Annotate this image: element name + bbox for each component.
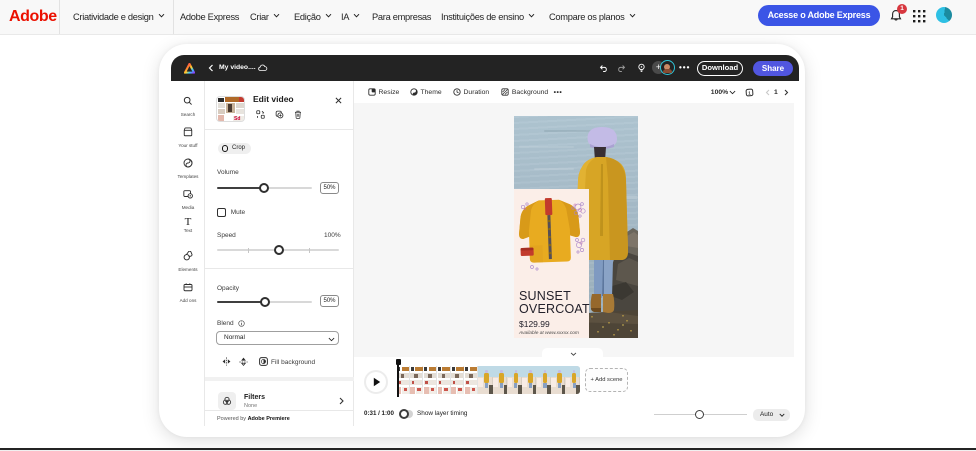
svg-text:1: 1: [748, 91, 751, 96]
